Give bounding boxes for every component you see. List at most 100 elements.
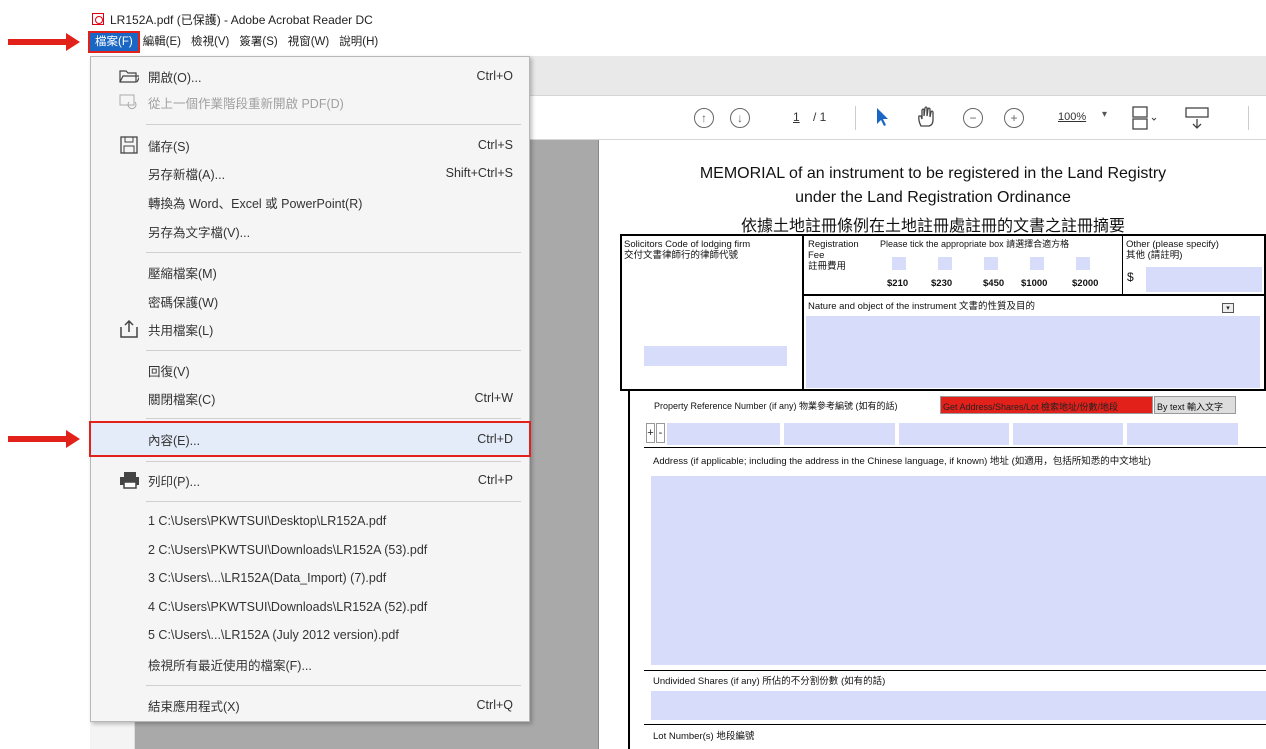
- menu-item-properties[interactable]: 內容(E)... Ctrl+D: [89, 421, 531, 457]
- menu-item-view-recent[interactable]: 檢視所有最近使用的檔案(F)...: [91, 650, 529, 678]
- fee-checkbox-1000[interactable]: [1030, 257, 1044, 270]
- dollar-sign: $: [1127, 270, 1134, 284]
- menu-separator: [146, 350, 521, 351]
- form-rule: [644, 724, 1266, 725]
- window-title: LR152A.pdf (已保護) - Adobe Acrobat Reader …: [110, 12, 373, 27]
- fit-page-icon[interactable]: [1130, 105, 1158, 131]
- undivided-label: Undivided Shares (if any) 所佔的不分割份數 (如有的話…: [653, 676, 886, 687]
- menu-item-convert[interactable]: 轉換為 Word、Excel 或 PowerPoint(R): [91, 188, 529, 216]
- prn-label: Property Reference Number (if any) 物業參考編…: [654, 401, 898, 411]
- fee-checkbox-230[interactable]: [938, 257, 952, 270]
- by-text-button[interactable]: By text 輸入文字: [1154, 396, 1236, 414]
- menu-separator: [146, 685, 521, 686]
- menu-separator: [146, 501, 521, 502]
- save-icon: [119, 136, 139, 154]
- recent-file-4[interactable]: 4 C:\Users\PKWTSUI\Downloads\LR152A (52)…: [91, 593, 529, 621]
- solicitors-label: Solicitors Code of lodging firm 交付文書律師行的律…: [624, 239, 751, 261]
- menu-item-compress[interactable]: 壓縮檔案(M): [91, 258, 529, 286]
- address-label: Address (if applicable; including the ad…: [653, 456, 1151, 467]
- recent-file-2[interactable]: 2 C:\Users\PKWTSUI\Downloads\LR152A (53)…: [91, 536, 529, 564]
- other-fee-field[interactable]: [1146, 267, 1262, 292]
- toolbar: ↑ ↓ 1 / 1 − + 100% ▾: [530, 96, 1266, 140]
- next-page-icon[interactable]: ↓: [730, 108, 750, 128]
- select-tool-icon[interactable]: [876, 107, 890, 127]
- prn-field-5[interactable]: [1127, 423, 1238, 445]
- menu-separator: [146, 418, 521, 419]
- menu-view[interactable]: 檢視(V): [186, 33, 234, 51]
- get-address-button[interactable]: Get Address/Shares/Lot 檢索地址/份數/地段: [940, 396, 1153, 414]
- menu-separator: [146, 252, 521, 253]
- fee-230: $230: [931, 278, 953, 289]
- toolbar-divider: [855, 106, 856, 130]
- prn-field-2[interactable]: [784, 423, 895, 445]
- file-menu: 開啟(O)... Ctrl+O 從上一個作業階段重新開啟 PDF(D) 儲存(S…: [89, 56, 531, 722]
- menu-item-close[interactable]: 關閉檔案(C) Ctrl+W: [91, 384, 529, 412]
- doc-title-line3: 依據土地註冊條例在土地註冊處註冊的文書之註冊摘要: [740, 218, 1125, 235]
- solicitors-code-field[interactable]: [644, 346, 787, 366]
- menu-help[interactable]: 說明(H): [334, 33, 383, 51]
- tick-instruction: Please tick the appropriate box 請選擇合適方格: [880, 239, 1070, 249]
- other-label: Other (please specify) 其他 (請註明): [1126, 239, 1219, 261]
- menu-edit[interactable]: 編輯(E): [138, 33, 186, 51]
- prev-page-icon[interactable]: ↑: [694, 108, 714, 128]
- zoom-out-icon[interactable]: −: [963, 108, 983, 128]
- prn-field-1[interactable]: [667, 423, 780, 445]
- folder-open-icon: [119, 67, 139, 85]
- menu-item-reopen[interactable]: 從上一個作業階段重新開啟 PDF(D): [91, 88, 529, 116]
- zoom-in-icon[interactable]: +: [1004, 108, 1024, 128]
- menu-item-revert[interactable]: 回復(V): [91, 356, 529, 384]
- recent-file-3[interactable]: 3 C:\Users\...\LR152A(Data_Import) (7).p…: [91, 564, 529, 592]
- form-divider: [803, 294, 1266, 296]
- menu-separator: [146, 461, 521, 462]
- nature-dropdown-icon[interactable]: ▾: [1222, 303, 1234, 313]
- fee-2000: $2000: [1072, 278, 1099, 289]
- menu-item-share[interactable]: 共用檔案(L): [91, 315, 529, 343]
- reg-fee-label: Registration Fee 註冊費用: [808, 239, 859, 272]
- nature-label: Nature and object of the instrument 文書的性…: [808, 301, 1036, 312]
- remove-row-button[interactable]: -: [656, 423, 665, 443]
- prn-field-3[interactable]: [899, 423, 1009, 445]
- menu-item-save[interactable]: 儲存(S) Ctrl+S: [91, 131, 529, 159]
- tab-strip: [530, 56, 1266, 96]
- fee-checkbox-2000[interactable]: [1076, 257, 1090, 270]
- menu-item-print[interactable]: 列印(P)... Ctrl+P: [91, 466, 529, 494]
- zoom-level[interactable]: 100%: [1058, 111, 1086, 123]
- menu-item-save-as[interactable]: 另存新檔(A)... Shift+Ctrl+S: [91, 159, 529, 187]
- fee-210: $210: [887, 278, 909, 289]
- menu-bar: 檔案(F) 編輯(E) 檢視(V) 簽署(S) 視窗(W) 說明(H): [88, 31, 1266, 53]
- doc-title-line1: MEMORIAL of an instrument to be register…: [699, 165, 1167, 182]
- menu-item-open[interactable]: 開啟(O)... Ctrl+O: [91, 62, 529, 90]
- menu-window[interactable]: 視窗(W): [283, 33, 335, 51]
- menu-file[interactable]: 檔案(F): [88, 31, 140, 53]
- menu-item-exit[interactable]: 結束應用程式(X) Ctrl+Q: [91, 691, 529, 719]
- reopen-icon: [119, 93, 139, 111]
- fee-450: $450: [983, 278, 1005, 289]
- menu-separator: [146, 124, 521, 125]
- form-rule: [644, 670, 1266, 671]
- share-icon: [119, 320, 139, 338]
- zoom-dropdown-icon[interactable]: ▾: [1102, 109, 1107, 120]
- title-bar: LR152A.pdf (已保護) - Adobe Acrobat Reader …: [90, 9, 1266, 29]
- recent-file-5[interactable]: 5 C:\Users\...\LR152A (July 2012 version…: [91, 621, 529, 649]
- undivided-field[interactable]: [651, 691, 1266, 720]
- prn-field-4[interactable]: [1013, 423, 1123, 445]
- add-row-button[interactable]: +: [646, 423, 655, 443]
- menu-sign[interactable]: 簽署(S): [234, 33, 282, 51]
- fee-checkbox-450[interactable]: [984, 257, 998, 270]
- arrow-annotation-file: [8, 33, 80, 51]
- page-total: / 1: [813, 110, 827, 124]
- menu-item-save-text[interactable]: 另存為文字檔(V)...: [91, 217, 529, 245]
- hand-tool-icon[interactable]: [915, 106, 937, 128]
- nature-field[interactable]: [806, 316, 1260, 388]
- fee-checkbox-210[interactable]: [892, 257, 906, 270]
- doc-title-line2: under the Land Registration Ordinance: [795, 189, 1071, 206]
- address-field[interactable]: [651, 476, 1266, 665]
- keyboard-icon[interactable]: [1184, 105, 1210, 131]
- printer-icon: [119, 471, 139, 489]
- recent-file-1[interactable]: 1 C:\Users\PKWTSUI\Desktop\LR152A.pdf: [91, 507, 529, 535]
- page-number-input[interactable]: 1: [793, 110, 800, 124]
- form-divider: [1122, 234, 1123, 294]
- lot-label: Lot Number(s) 地段編號: [653, 731, 755, 742]
- fee-1000: $1000: [1021, 278, 1048, 289]
- menu-item-password[interactable]: 密碼保護(W): [91, 287, 529, 315]
